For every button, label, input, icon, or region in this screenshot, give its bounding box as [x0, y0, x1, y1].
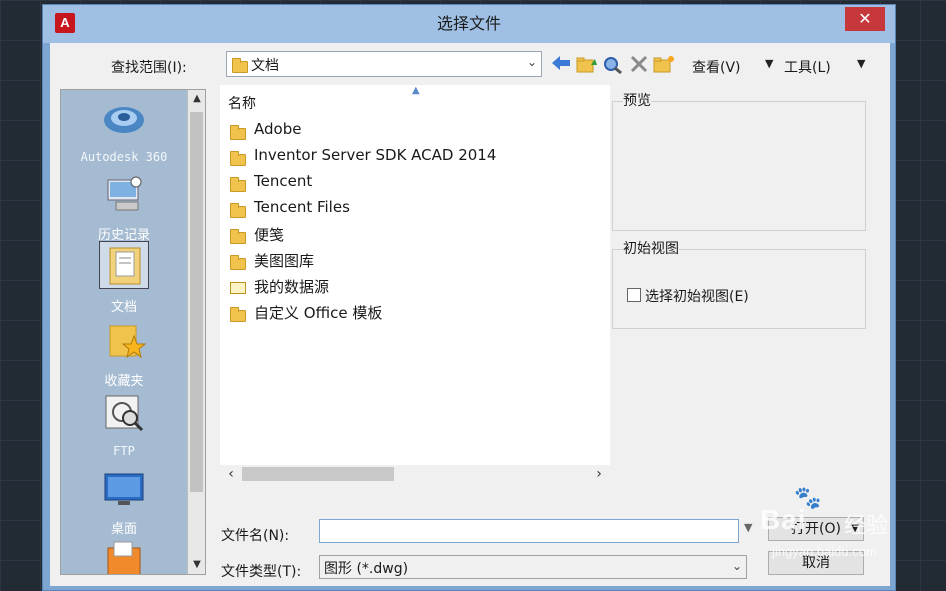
back-arrow-icon[interactable] — [550, 55, 572, 75]
scroll-up-icon[interactable]: ▲ — [188, 90, 206, 108]
select-file-dialog: A 选择文件 ✕ 查找范围(I): 文档 ⌄ 查看(V) ▼ 工具(L) ▼ A… — [42, 4, 896, 591]
folder-icon — [230, 228, 246, 244]
initial-view-checkbox-label[interactable]: 选择初始视图(E) — [645, 286, 749, 306]
place-label: FTP — [113, 444, 135, 458]
filetype-label: 文件类型(T): — [221, 564, 302, 580]
history-icon — [100, 170, 148, 216]
place-label: Autodesk 360 — [80, 150, 168, 164]
item-name: Adobe — [254, 120, 302, 138]
list-horizontal-scrollbar[interactable]: ‹ › — [220, 465, 610, 483]
ftp-icon — [100, 390, 148, 436]
column-header-name[interactable]: 名称 — [228, 93, 256, 113]
folder-icon — [230, 176, 246, 192]
documents-icon — [99, 241, 149, 289]
place-desktop[interactable]: 桌面 — [61, 464, 187, 537]
chevron-down-icon[interactable]: ▼ — [744, 521, 752, 534]
place-more[interactable] — [61, 538, 187, 574]
place-label: 收藏夹 — [104, 374, 144, 389]
filetype-value: 图形 (*.dwg) — [324, 561, 409, 577]
filename-input[interactable] — [319, 519, 739, 543]
sort-ascending-icon: ▲ — [412, 85, 420, 96]
lookin-dropdown[interactable]: 文档 ⌄ — [226, 51, 542, 77]
item-name: 便笺 — [254, 226, 285, 244]
folder-icon — [232, 57, 248, 73]
file-list[interactable]: 名称 ▲ Adobe Inventor Server SDK ACAD 2014… — [220, 85, 610, 483]
dialog-body: 查找范围(I): 文档 ⌄ 查看(V) ▼ 工具(L) ▼ Autodesk 3… — [50, 43, 890, 586]
item-name: 自定义 Office 模板 — [254, 304, 383, 322]
initial-view-label: 初始视图 — [623, 238, 679, 258]
view-menu[interactable]: 查看(V) — [692, 57, 741, 77]
item-name: 我的数据源 — [254, 278, 330, 296]
item-name: Inventor Server SDK ACAD 2014 — [254, 146, 497, 164]
data-source-icon — [230, 282, 246, 294]
delete-icon[interactable] — [628, 55, 650, 75]
chevron-down-icon[interactable]: ▼ — [765, 57, 773, 70]
place-label: 文档 — [110, 300, 137, 315]
places-bar: Autodesk 360 历史记录 文档 收藏夹 FTP 桌面 ▲ ▼ — [60, 89, 206, 575]
chevron-down-icon[interactable]: ⌄ — [732, 559, 742, 573]
initial-view-checkbox[interactable] — [627, 288, 641, 302]
desktop-icon — [100, 464, 148, 510]
item-name: 美图图库 — [254, 252, 315, 270]
scroll-thumb[interactable] — [190, 112, 203, 492]
scroll-thumb[interactable] — [242, 467, 394, 481]
item-name: Tencent — [254, 172, 313, 190]
open-button[interactable]: 打开(O) ▼ — [768, 517, 864, 541]
up-folder-icon[interactable] — [576, 55, 598, 75]
place-label: 桌面 — [110, 522, 137, 537]
folder-icon — [100, 538, 148, 574]
lookin-label: 查找范围(I): — [111, 60, 187, 76]
new-folder-icon[interactable] — [653, 55, 675, 75]
folder-icon — [230, 202, 246, 218]
title-bar[interactable]: A 选择文件 ✕ — [43, 5, 895, 43]
preview-group: 预览 — [612, 90, 866, 231]
folder-icon — [230, 306, 246, 322]
scroll-down-icon[interactable]: ▼ — [188, 556, 206, 574]
place-history[interactable]: 历史记录 — [61, 170, 187, 243]
chevron-down-icon[interactable]: ⌄ — [527, 55, 537, 69]
places-scrollbar[interactable]: ▲ ▼ — [187, 90, 205, 574]
dialog-title: 选择文件 — [436, 14, 501, 33]
chevron-down-icon[interactable]: ▼ — [857, 57, 865, 70]
tools-menu[interactable]: 工具(L) — [784, 57, 831, 77]
item-name: Tencent Files — [254, 198, 350, 216]
close-button[interactable]: ✕ — [845, 7, 885, 31]
favorites-icon — [100, 316, 148, 362]
filename-label: 文件名(N): — [221, 528, 290, 544]
place-label: 历史记录 — [97, 228, 150, 243]
place-autodesk-360[interactable]: Autodesk 360 — [61, 96, 187, 164]
place-ftp[interactable]: FTP — [61, 390, 187, 458]
filetype-dropdown[interactable]: 图形 (*.dwg) ⌄ — [319, 555, 747, 579]
cancel-button[interactable]: 取消 — [768, 551, 864, 575]
open-button-label: 打开(O) — [791, 521, 841, 537]
preview-label: 预览 — [623, 90, 651, 110]
place-documents[interactable]: 文档 — [61, 241, 187, 315]
initial-view-group: 初始视图 选择初始视图(E) — [612, 238, 866, 329]
folder-icon — [230, 150, 246, 166]
chevron-down-icon[interactable]: ▼ — [851, 518, 859, 540]
scroll-left-icon[interactable]: ‹ — [222, 465, 240, 483]
folder-icon — [230, 124, 246, 140]
scroll-right-icon[interactable]: › — [590, 465, 608, 483]
autodesk-360-icon — [100, 96, 148, 142]
lookin-value: 文档 — [251, 58, 279, 74]
place-favorites[interactable]: 收藏夹 — [61, 316, 187, 389]
folder-icon — [230, 254, 246, 270]
search-web-icon[interactable] — [602, 55, 624, 75]
